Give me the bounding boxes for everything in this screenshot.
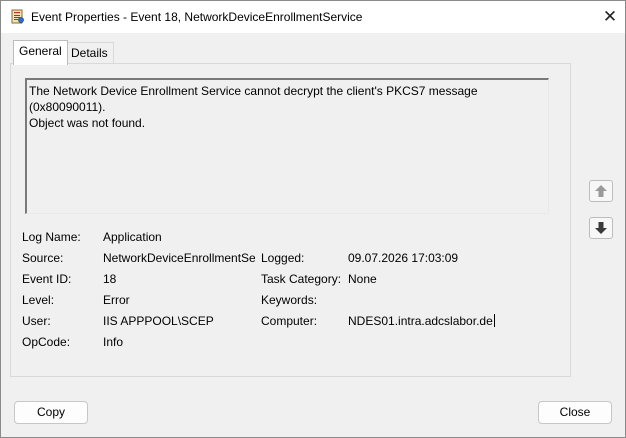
level-value[interactable]: Error [103,293,130,307]
level-label: Level: [22,293,55,307]
event-id-value[interactable]: 18 [103,272,116,286]
source-value[interactable]: NetworkDeviceEnrollmentService [103,251,255,265]
event-id-label: Event ID: [22,272,72,286]
opcode-label: OpCode: [22,335,71,349]
logged-value[interactable]: 09.07.2026 17:03:09 [348,251,458,265]
task-category-label: Task Category: [261,272,342,286]
log-name-label: Log Name: [22,230,81,244]
keywords-label: Keywords: [261,293,318,307]
copy-button[interactable]: Copy [14,401,88,424]
previous-event-button[interactable] [589,180,613,202]
arrow-down-icon [595,222,607,234]
task-category-value[interactable]: None [348,272,377,286]
description-line-1: The Network Device Enrollment Service ca… [29,84,478,114]
tab-details[interactable]: Details [65,42,114,64]
computer-value: NDES01.intra.adcslabor.de [348,314,493,328]
user-label: User: [22,314,51,328]
user-value[interactable]: IIS APPPOOL\SCEP [103,314,214,328]
event-viewer-icon [10,9,25,24]
next-event-button[interactable] [589,217,613,239]
tab-general[interactable]: General [13,40,68,65]
computer-label: Computer: [261,314,318,328]
event-description-box[interactable]: The Network Device Enrollment Service ca… [25,78,549,214]
source-label: Source: [22,251,64,265]
computer-value-field[interactable]: NDES01.intra.adcslabor.de [348,314,495,328]
event-properties-window: Event Properties - Event 18, NetworkDevi… [0,0,626,438]
arrow-up-icon [595,185,607,197]
description-line-2: Object was not found. [29,116,146,130]
text-caret [493,314,495,327]
window-title: Event Properties - Event 18, NetworkDevi… [31,10,363,24]
close-button[interactable]: Close [538,401,612,424]
close-icon[interactable]: ✕ [597,5,623,29]
title-bar: Event Properties - Event 18, NetworkDevi… [1,1,625,33]
log-name-value[interactable]: Application [103,230,162,244]
opcode-value[interactable]: Info [103,335,123,349]
logged-label: Logged: [261,251,305,265]
